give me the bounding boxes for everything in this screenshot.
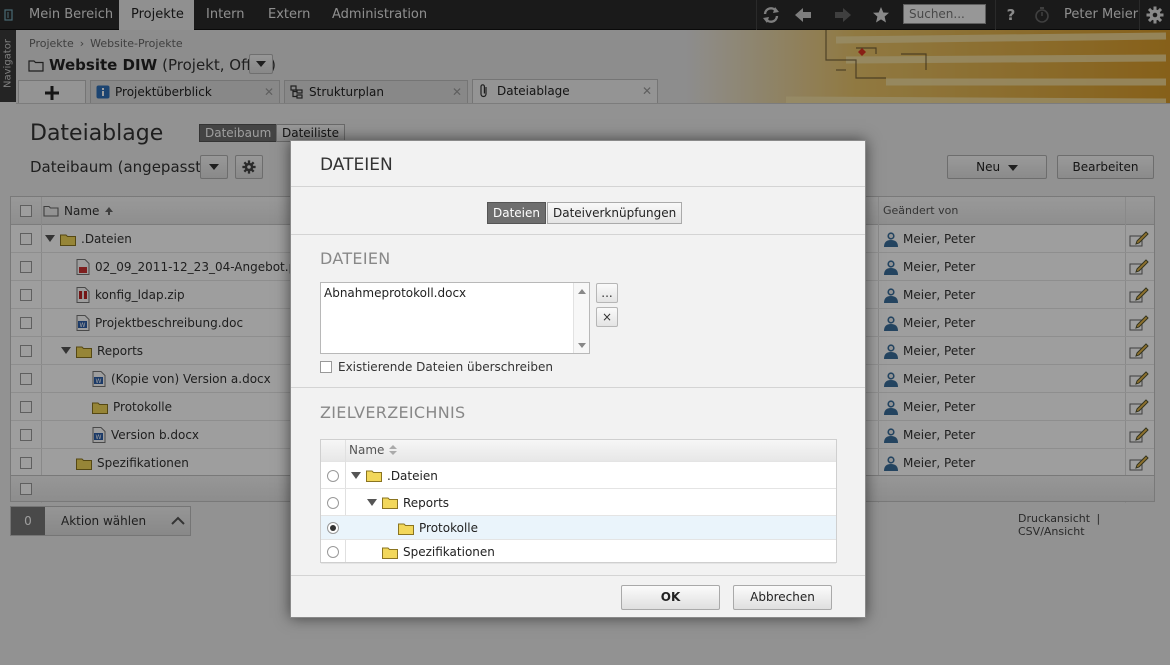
- overwrite-option[interactable]: Existierende Dateien überschreiben: [320, 360, 553, 374]
- expand-toggle-icon[interactable]: [367, 498, 377, 507]
- folder-icon: [366, 469, 382, 482]
- tree-node[interactable]: Reports: [367, 489, 449, 516]
- scroll-down-icon[interactable]: [578, 343, 586, 348]
- folder-name: Reports: [403, 495, 450, 510]
- target-folder-tree: Name .Dateien Reports Protokolle Spezifikat…: [320, 439, 837, 564]
- dialog-tab-dateien[interactable]: Dateien: [487, 202, 547, 224]
- files-heading: DATEIEN: [320, 249, 391, 268]
- folder-icon: [398, 522, 414, 535]
- tree-header: Name: [321, 440, 836, 462]
- tree-row[interactable]: Spezifikationen: [321, 540, 836, 564]
- tree-node[interactable]: Spezifikationen: [367, 540, 495, 564]
- dialog-title: DATEIEN: [320, 155, 393, 175]
- folder-radio[interactable]: [327, 497, 339, 509]
- folder-radio[interactable]: [327, 546, 339, 558]
- file-list-scrollbar[interactable]: [573, 283, 589, 353]
- folder-icon: [382, 496, 398, 509]
- browse-files-button[interactable]: ...: [596, 283, 618, 303]
- tree-column-name[interactable]: Name: [349, 443, 398, 457]
- tree-row[interactable]: Reports: [321, 489, 836, 516]
- scroll-up-icon[interactable]: [578, 289, 586, 294]
- overwrite-checkbox[interactable]: [320, 361, 332, 373]
- target-heading: ZIELVERZEICHNIS: [320, 403, 466, 422]
- upload-dialog: DATEIEN Dateien Dateiverknüpfungen DATEI…: [290, 140, 866, 618]
- ok-button[interactable]: OK: [621, 585, 720, 610]
- folder-name: .Dateien: [387, 468, 438, 483]
- tree-node[interactable]: .Dateien: [351, 462, 438, 489]
- selected-file[interactable]: Abnahmeprotokoll.docx: [324, 286, 466, 300]
- file-list-box[interactable]: Abnahmeprotokoll.docx: [320, 282, 590, 354]
- folder-radio[interactable]: [327, 470, 339, 482]
- dialog-tabs-section: Dateien Dateiverknüpfungen: [291, 187, 865, 235]
- tree-row[interactable]: .Dateien: [321, 462, 836, 489]
- folder-icon: [382, 546, 398, 559]
- tree-column-label: Name: [349, 443, 385, 457]
- dialog-tab-dateiverknuepfungen[interactable]: Dateiverknüpfungen: [547, 202, 683, 224]
- remove-file-button[interactable]: ×: [596, 307, 618, 327]
- tree-node[interactable]: Protokolle: [383, 516, 478, 540]
- sort-icon: [389, 445, 398, 455]
- expand-toggle-icon[interactable]: [351, 471, 361, 480]
- overwrite-label: Existierende Dateien überschreiben: [338, 360, 553, 374]
- folder-name: Spezifikationen: [403, 545, 495, 559]
- cancel-button[interactable]: Abbrechen: [733, 585, 832, 610]
- tree-row[interactable]: Protokolle: [321, 516, 836, 540]
- folder-name: Protokolle: [419, 521, 478, 535]
- folder-radio[interactable]: [327, 522, 339, 534]
- dialog-title-bar: DATEIEN: [291, 141, 865, 187]
